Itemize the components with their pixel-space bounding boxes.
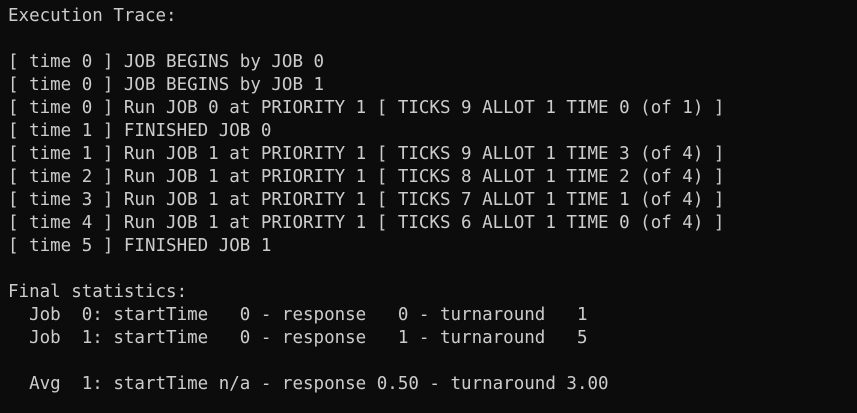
trace-line: [ time 1 ] FINISHED JOB 0 <box>8 121 272 141</box>
trace-header: Execution Trace: <box>8 6 177 26</box>
trace-line: [ time 0 ] JOB BEGINS by JOB 0 <box>8 52 325 72</box>
trace-line: [ time 5 ] FINISHED JOB 1 <box>8 236 272 256</box>
stats-line: Job 0: startTime 0 - response 0 - turnar… <box>8 305 588 325</box>
stats-line: Job 1: startTime 0 - response 1 - turnar… <box>8 328 588 348</box>
trace-line: [ time 0 ] Run JOB 0 at PRIORITY 1 [ TIC… <box>8 98 725 118</box>
terminal-output[interactable]: Execution Trace: [ time 0 ] JOB BEGINS b… <box>0 0 857 413</box>
trace-line: [ time 1 ] Run JOB 1 at PRIORITY 1 [ TIC… <box>8 144 725 164</box>
stats-header: Final statistics: <box>8 282 188 302</box>
trace-line: [ time 2 ] Run JOB 1 at PRIORITY 1 [ TIC… <box>8 167 725 187</box>
trace-line: [ time 0 ] JOB BEGINS by JOB 1 <box>8 75 325 95</box>
trace-line: [ time 3 ] Run JOB 1 at PRIORITY 1 [ TIC… <box>8 190 725 210</box>
trace-line: [ time 4 ] Run JOB 1 at PRIORITY 1 [ TIC… <box>8 213 725 233</box>
stats-average-line: Avg 1: startTime n/a - response 0.50 - t… <box>8 374 609 394</box>
